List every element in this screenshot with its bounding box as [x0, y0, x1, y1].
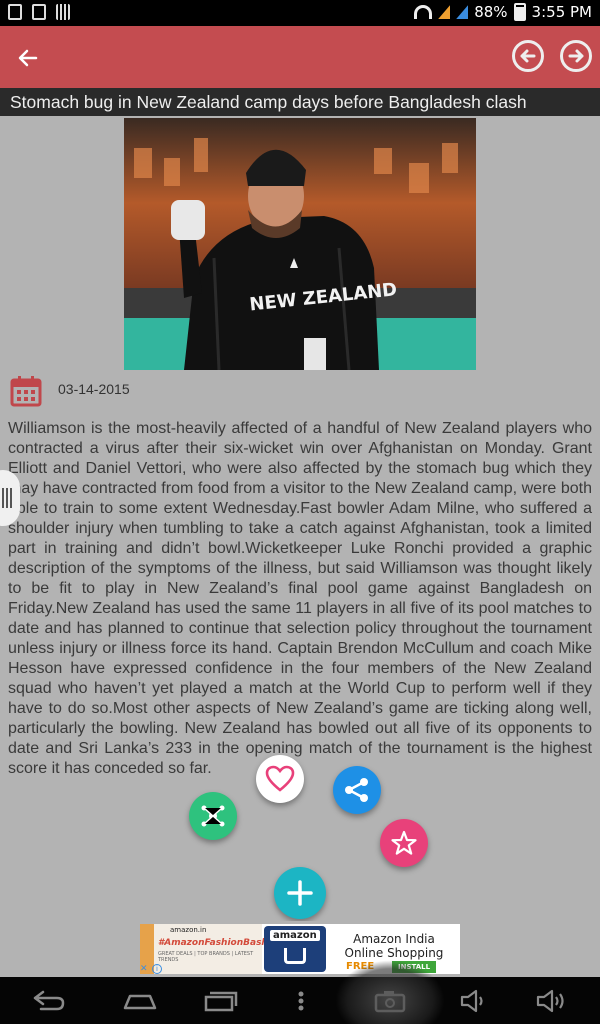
- clock: 3:55 PM: [531, 3, 592, 21]
- star-icon: [391, 830, 417, 855]
- add-button[interactable]: [274, 867, 326, 919]
- nav-home-button[interactable]: [120, 985, 160, 1017]
- share-button[interactable]: [333, 766, 381, 814]
- overflow-menu-icon: [298, 991, 304, 1011]
- nav-volume-down-button[interactable]: [454, 985, 494, 1017]
- cart-icon: [284, 948, 306, 964]
- battery-percent: 88%: [474, 3, 508, 21]
- article-date: 03-14-2015: [58, 381, 130, 397]
- ad-title: #AmazonFashionBash: [158, 938, 268, 948]
- recent-apps-icon: [204, 991, 238, 1012]
- circle-arrow-left-icon: [520, 49, 536, 63]
- ad-app-icon[interactable]: amazon: [264, 926, 326, 972]
- arrow-left-icon: [18, 49, 38, 67]
- next-article-button[interactable]: [560, 40, 592, 72]
- app-toolbar: [0, 26, 600, 88]
- wifi-icon: [414, 5, 433, 19]
- network-icon: [201, 805, 225, 827]
- battery-icon: [513, 3, 526, 21]
- volume-up-icon: [536, 989, 564, 1013]
- article-body: Williamson is the most-heavily affected …: [8, 420, 592, 777]
- like-button[interactable]: [256, 755, 304, 803]
- ad-bar: amazon.in #AmazonFashionBash GREAT DEALS…: [0, 921, 600, 977]
- signal-icon: [438, 5, 451, 19]
- share-icon: [345, 778, 368, 802]
- ad-close-button[interactable]: ✕: [140, 964, 150, 974]
- image-notification-icon: [8, 4, 22, 20]
- ad-subtitle: GREAT DEALS | TOP BRANDS | LATEST TRENDS: [158, 951, 254, 963]
- side-drawer-handle[interactable]: [0, 470, 20, 526]
- network-button[interactable]: [189, 792, 237, 840]
- ad-logo-text: amazon.in: [170, 926, 207, 934]
- home-icon: [123, 994, 157, 1010]
- ad-info-icon[interactable]: i: [152, 964, 162, 974]
- favorite-button[interactable]: [380, 819, 428, 867]
- calendar-icon: [10, 375, 42, 407]
- system-nav-bar: [0, 977, 600, 1024]
- plus-icon: [287, 880, 313, 906]
- back-button[interactable]: [14, 44, 42, 72]
- article-photo: NEW ZEALAND: [124, 118, 476, 370]
- status-bar: 88% 3:55 PM: [0, 0, 600, 26]
- ad-app-brand: amazon: [270, 930, 320, 941]
- signal-icon-2: [456, 5, 469, 19]
- circle-arrow-right-icon: [568, 49, 584, 63]
- back-icon: [33, 990, 65, 1011]
- heart-icon: [265, 765, 295, 792]
- article-headline: Stomach bug in New Zealand camp days bef…: [0, 88, 600, 116]
- store-notification-icon: [32, 4, 46, 20]
- barcode-notification-icon: [56, 4, 70, 20]
- volume-down-icon: [460, 989, 483, 1013]
- nav-recent-apps-button[interactable]: [200, 985, 240, 1017]
- previous-article-button[interactable]: [512, 40, 544, 72]
- nav-back-button[interactable]: [28, 985, 68, 1017]
- nav-volume-up-button[interactable]: [532, 985, 572, 1017]
- ad-app-name: Amazon India Online Shopping: [344, 932, 444, 960]
- nav-menu-button[interactable]: [286, 985, 316, 1017]
- grip-icon: [2, 488, 12, 508]
- ad-fashion-creative[interactable]: amazon.in #AmazonFashionBash GREAT DEALS…: [140, 924, 268, 974]
